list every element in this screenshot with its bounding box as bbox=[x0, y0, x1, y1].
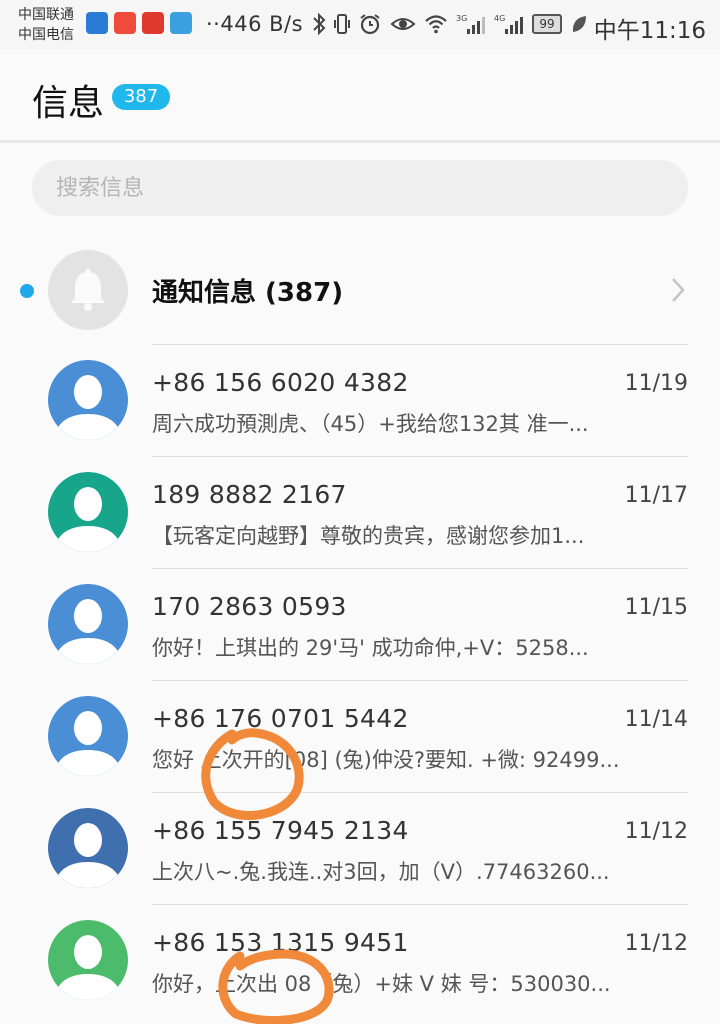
message-row[interactable]: +86 153 1315 9451 11/12 你好，上次出 08（兔）+妹 V… bbox=[0, 904, 720, 1016]
person-icon bbox=[54, 375, 122, 440]
alarm-icon bbox=[360, 14, 380, 35]
sender-number: +86 153 1315 9451 bbox=[152, 928, 409, 957]
contact-avatar bbox=[48, 808, 128, 888]
contact-avatar bbox=[48, 584, 128, 664]
svg-text:3G: 3G bbox=[456, 14, 467, 23]
message-date: 11/19 bbox=[624, 371, 688, 396]
news-app-icon bbox=[142, 12, 164, 34]
signal-4g-icon: 4G bbox=[494, 14, 523, 34]
row-divider bbox=[152, 792, 688, 793]
page-title: 信息 bbox=[32, 83, 105, 124]
row-divider bbox=[152, 680, 688, 681]
message-preview: 周六成功預測虎、（45）+我给您132其 准一... bbox=[152, 412, 589, 436]
notification-label: 通知信息 (387) bbox=[152, 278, 344, 308]
status-bar: 中国联通 中国电信 ··446 B/s 3G 4G 99 中午11:16 bbox=[0, 0, 720, 50]
contact-avatar bbox=[48, 360, 128, 440]
notification-messages-row[interactable]: 通知信息 (387) bbox=[0, 244, 720, 340]
carrier-2: 中国电信 bbox=[18, 27, 74, 43]
notification-avatar bbox=[48, 250, 128, 330]
bluetooth-icon bbox=[313, 12, 326, 36]
network-speed: ··446 B/s bbox=[206, 12, 304, 36]
svg-text:4G: 4G bbox=[494, 14, 505, 23]
wifi-icon bbox=[425, 15, 447, 34]
unread-count-badge: 387 bbox=[112, 84, 170, 110]
message-row[interactable]: +86 156 6020 4382 11/19 周六成功預測虎、（45）+我给您… bbox=[0, 344, 720, 456]
person-icon bbox=[54, 487, 122, 552]
app-icon bbox=[114, 12, 136, 34]
app-icon bbox=[170, 12, 192, 34]
row-divider bbox=[152, 904, 688, 905]
clock: 中午11:16 bbox=[593, 18, 706, 44]
leaf-icon bbox=[572, 16, 586, 32]
battery-indicator: 99 bbox=[532, 14, 562, 34]
message-row[interactable]: +86 176 0701 5442 11/14 您好 上次开的[08] (兔)仲… bbox=[0, 680, 720, 792]
person-icon bbox=[54, 711, 122, 776]
person-icon bbox=[54, 599, 122, 664]
sender-number: +86 156 6020 4382 bbox=[152, 368, 409, 397]
sender-number: +86 155 7945 2134 bbox=[152, 816, 409, 845]
search-input[interactable] bbox=[56, 160, 656, 216]
message-date: 11/17 bbox=[624, 483, 688, 508]
chevron-right-icon bbox=[672, 278, 685, 302]
message-date: 11/15 bbox=[624, 595, 688, 620]
eye-comfort-icon bbox=[390, 18, 416, 30]
message-row[interactable]: 170 2863 0593 11/15 你好！上琪出的 29'马' 成功命仲,+… bbox=[0, 568, 720, 680]
carrier-1: 中国联通 bbox=[18, 7, 74, 23]
person-icon bbox=[54, 935, 122, 1000]
notification-app-icons bbox=[86, 12, 192, 34]
header-divider bbox=[0, 140, 720, 143]
sender-number: 170 2863 0593 bbox=[152, 592, 347, 621]
message-date: 11/12 bbox=[624, 819, 688, 844]
message-list: +86 156 6020 4382 11/19 周六成功預測虎、（45）+我给您… bbox=[0, 344, 720, 1016]
app-header: 信息 387 bbox=[0, 50, 720, 140]
message-row[interactable]: 189 8882 2167 11/17 【玩客定向越野】尊敬的贵宾，感谢您参加1… bbox=[0, 456, 720, 568]
contact-avatar bbox=[48, 472, 128, 552]
message-preview: 你好，上次出 08（兔）+妹 V 妹 号：530030... bbox=[152, 972, 611, 996]
contact-avatar bbox=[48, 920, 128, 1000]
signal-3g-icon: 3G bbox=[456, 14, 485, 34]
carrier-info: 中国联通 中国电信 bbox=[18, 5, 74, 45]
unread-dot bbox=[20, 284, 34, 298]
message-row[interactable]: +86 155 7945 2134 11/12 上次八~.兔.我连..对3回，加… bbox=[0, 792, 720, 904]
sender-number: 189 8882 2167 bbox=[152, 480, 347, 509]
message-preview: 【玩客定向越野】尊敬的贵宾，感谢您参加1... bbox=[152, 524, 585, 548]
app-icon bbox=[86, 12, 108, 34]
message-preview: 你好！上琪出的 29'马' 成功命仲,+V：5258... bbox=[152, 636, 589, 660]
message-preview: 您好 上次开的[08] (兔)仲没?要知. +微: 92499... bbox=[152, 748, 620, 772]
status-icons: 3G 4G 99 bbox=[312, 12, 588, 36]
contact-avatar bbox=[48, 696, 128, 776]
message-preview: 上次八~.兔.我连..对3回，加（V）.77463260... bbox=[152, 860, 610, 884]
row-divider bbox=[152, 344, 688, 345]
row-divider bbox=[152, 568, 688, 569]
message-date: 11/12 bbox=[624, 931, 688, 956]
vibrate-icon bbox=[334, 14, 350, 34]
bell-icon bbox=[71, 268, 105, 311]
row-divider bbox=[152, 456, 688, 457]
sender-number: +86 176 0701 5442 bbox=[152, 704, 409, 733]
message-date: 11/14 bbox=[624, 707, 688, 732]
search-bar[interactable] bbox=[32, 160, 688, 216]
person-icon bbox=[54, 823, 122, 888]
